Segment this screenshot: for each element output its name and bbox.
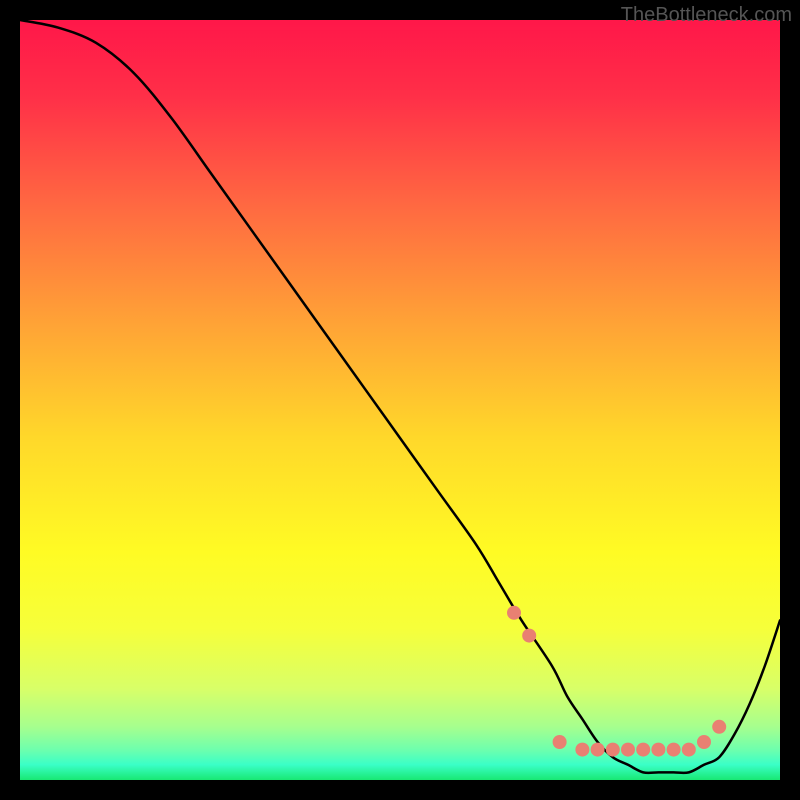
- highlight-dot: [667, 743, 681, 757]
- highlight-dot: [575, 743, 589, 757]
- chart-curve-layer: [20, 20, 780, 780]
- highlight-dot: [712, 720, 726, 734]
- highlight-dot: [507, 606, 521, 620]
- chart-plot-area: [20, 20, 780, 780]
- highlight-dot: [553, 735, 567, 749]
- highlight-markers: [507, 606, 726, 757]
- highlight-dot: [682, 743, 696, 757]
- highlight-dot: [636, 743, 650, 757]
- highlight-dot: [621, 743, 635, 757]
- highlight-dot: [522, 629, 536, 643]
- highlight-dot: [591, 743, 605, 757]
- highlight-dot: [606, 743, 620, 757]
- bottleneck-curve-line: [20, 20, 780, 773]
- highlight-dot: [697, 735, 711, 749]
- highlight-dot: [651, 743, 665, 757]
- watermark-text: TheBottleneck.com: [621, 4, 792, 27]
